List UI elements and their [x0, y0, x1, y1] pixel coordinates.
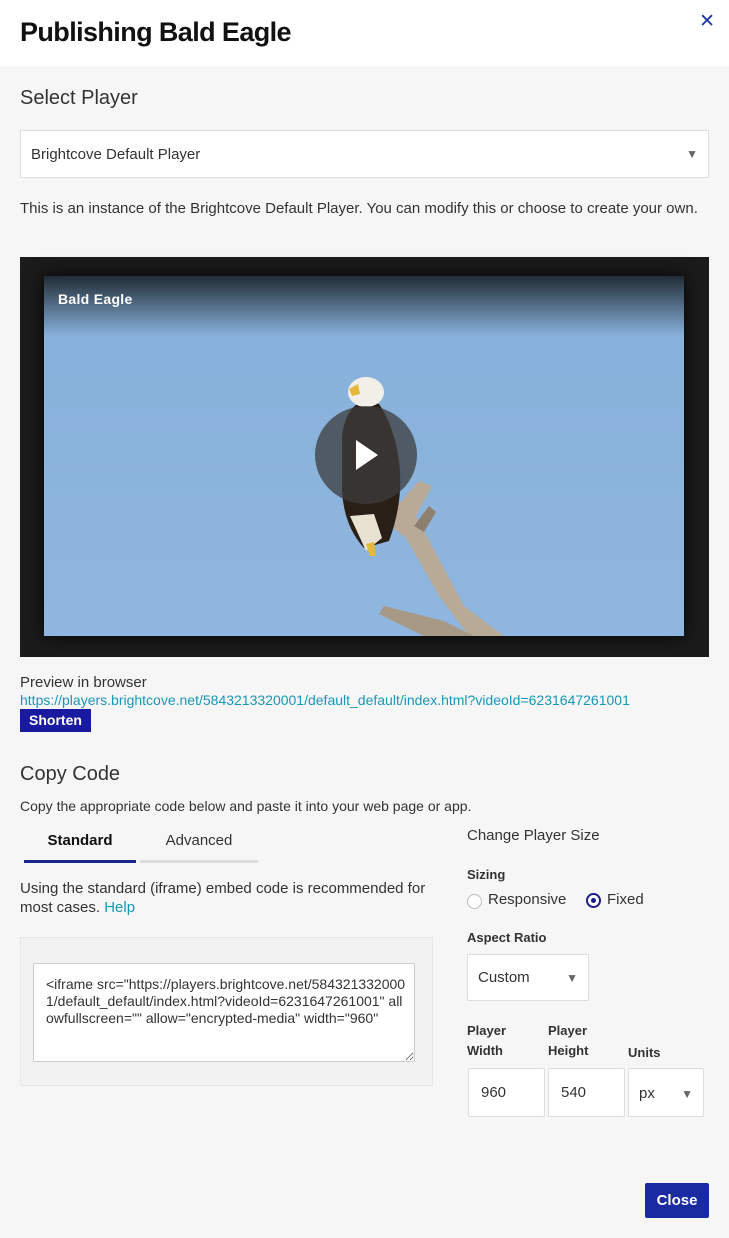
units-value: px — [639, 1085, 655, 1102]
radio-fixed-label[interactable]: Fixed — [607, 891, 644, 908]
modal-body: Select Player Brightcove Default Player … — [0, 66, 729, 1238]
shorten-button[interactable]: Shorten — [20, 709, 91, 732]
close-button[interactable]: Close — [645, 1183, 709, 1218]
preview-label: Preview in browser — [20, 674, 147, 691]
sizing-label: Sizing — [467, 867, 506, 882]
embed-code-textarea[interactable]: <iframe src="https://players.brightcove.… — [33, 963, 415, 1062]
aspect-ratio-select[interactable]: Custom ▼ — [467, 954, 589, 1001]
player-description: This is an instance of the Brightcove De… — [20, 200, 698, 217]
select-player-heading: Select Player — [20, 87, 138, 109]
help-link[interactable]: Help — [104, 899, 135, 916]
standard-embed-note: Using the standard (iframe) embed code i… — [20, 879, 430, 917]
copy-code-instructions: Copy the appropriate code below and past… — [20, 798, 472, 814]
radio-responsive[interactable] — [467, 894, 482, 909]
copy-code-heading: Copy Code — [20, 763, 121, 785]
embed-code-panel: <iframe src="https://players.brightcove.… — [20, 937, 433, 1086]
chevron-down-icon: ▼ — [686, 147, 698, 161]
radio-fixed[interactable] — [586, 893, 601, 908]
player-width-label: Player Width — [467, 1023, 507, 1058]
video-player[interactable]: Bald Eagle — [20, 257, 709, 657]
standard-embed-note-text: Using the standard (iframe) embed code i… — [20, 880, 426, 916]
aspect-ratio-label: Aspect Ratio — [467, 930, 547, 945]
page-title: Publishing Bald Eagle — [20, 17, 292, 47]
aspect-ratio-value: Custom — [478, 969, 530, 986]
change-player-size-heading: Change Player Size — [467, 827, 600, 844]
preview-url-link[interactable]: https://players.brightcove.net/584321332… — [20, 691, 630, 710]
tab-standard[interactable]: Standard — [24, 832, 136, 863]
play-icon — [356, 440, 378, 470]
close-icon[interactable]: ✕ — [699, 12, 715, 32]
player-width-input[interactable] — [468, 1068, 545, 1117]
tab-advanced[interactable]: Advanced — [140, 832, 258, 863]
player-select-value: Brightcove Default Player — [31, 146, 201, 163]
video-frame: Bald Eagle — [44, 276, 684, 636]
radio-responsive-label[interactable]: Responsive — [488, 891, 566, 908]
player-height-label: Player Height — [548, 1023, 589, 1058]
play-button[interactable] — [315, 406, 417, 504]
modal-header: Publishing Bald Eagle ✕ — [0, 0, 729, 66]
player-select[interactable]: Brightcove Default Player ▼ — [20, 130, 709, 178]
video-title: Bald Eagle — [58, 291, 133, 307]
chevron-down-icon: ▼ — [566, 971, 578, 985]
units-select[interactable]: px ▼ — [628, 1068, 704, 1117]
player-height-input[interactable] — [548, 1068, 625, 1117]
chevron-down-icon: ▼ — [681, 1087, 693, 1101]
units-label: Units — [628, 1045, 661, 1060]
